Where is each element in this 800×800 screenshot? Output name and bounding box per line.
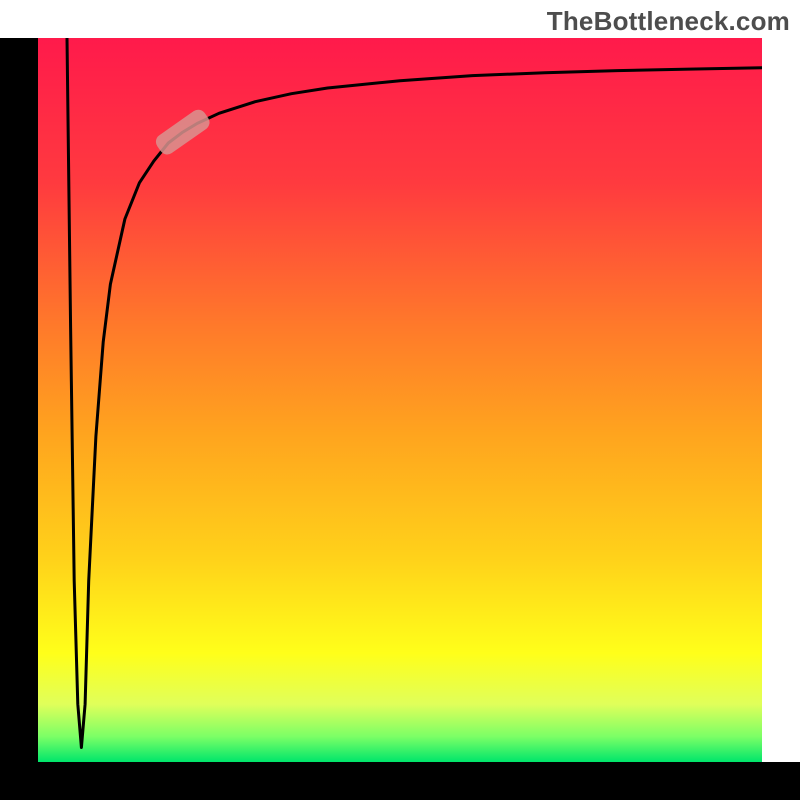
x-axis-frame [0,762,800,800]
plot-area [38,38,762,762]
attribution-label: TheBottleneck.com [547,6,790,37]
chart-stage: TheBottleneck.com [0,0,800,800]
y-axis-frame [0,38,38,800]
curve-marker [153,107,213,158]
bottleneck-curve [38,38,762,762]
